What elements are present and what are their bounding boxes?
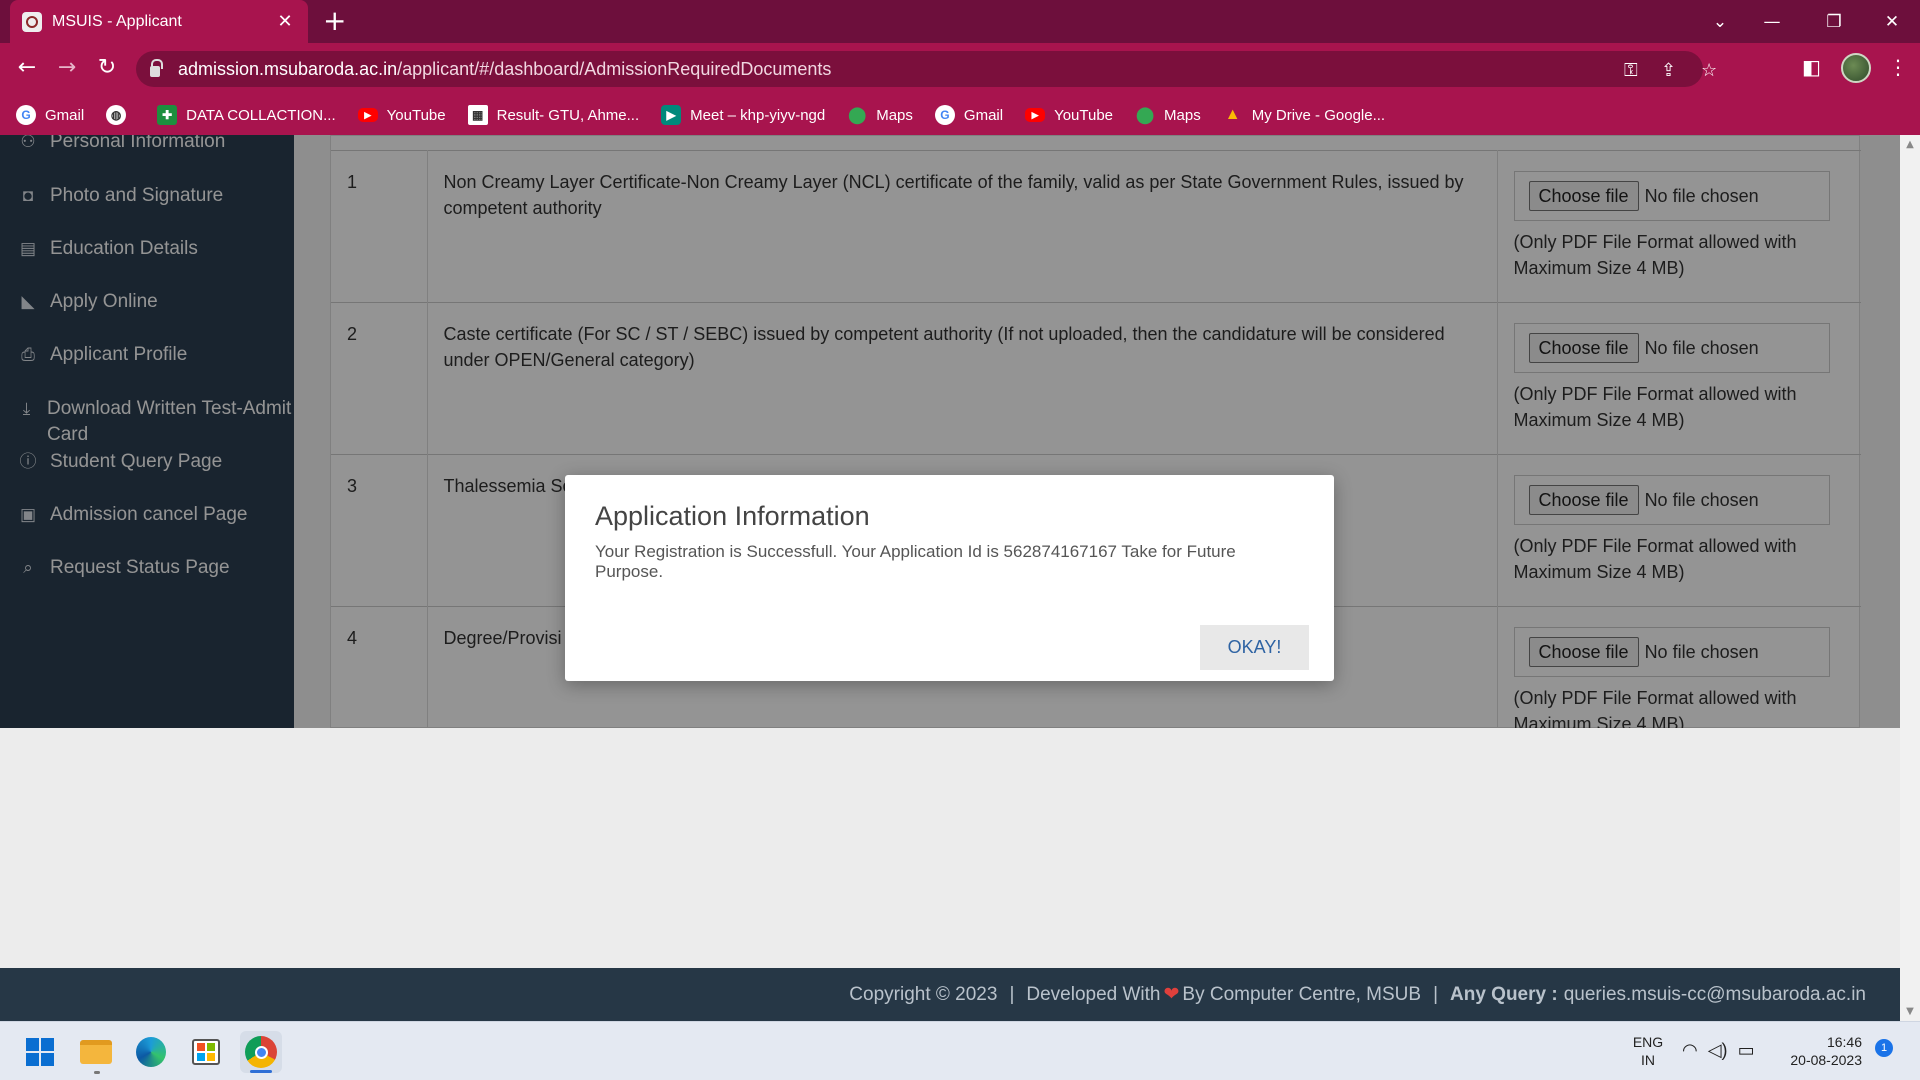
developer-text: By Computer Centre, MSUB — [1182, 983, 1422, 1005]
edge-icon — [136, 1037, 166, 1067]
meet-icon: ▶ — [661, 105, 682, 125]
maps-icon: ⬤ — [1136, 107, 1154, 124]
bookmark-maps[interactable]: ⬤ Maps — [847, 105, 913, 125]
clock-time: 16:46 — [1826, 1033, 1862, 1050]
store-icon — [192, 1039, 220, 1065]
application-info-modal: Application Information Your Registratio… — [565, 475, 1334, 681]
site-favicon-icon — [22, 11, 42, 32]
bookmark-star-icon[interactable]: ☆ — [1701, 60, 1717, 81]
side-panel-icon[interactable]: ◧ — [1802, 55, 1821, 79]
bookmark-my-drive[interactable]: ▲ My Drive - Google... — [1223, 105, 1385, 125]
web-icon: ◍ — [106, 105, 127, 125]
youtube-icon: ▶ — [1025, 108, 1046, 122]
bookmark-gmail[interactable]: G Gmail — [16, 105, 84, 125]
window-close-icon[interactable]: ✕ — [1866, 0, 1918, 43]
tab-strip: MSUIS - Applicant ✕ + ⌄ — ❐ ✕ — [0, 0, 1920, 43]
file-explorer-button[interactable] — [75, 1031, 117, 1073]
language-code: ENG — [1632, 1033, 1664, 1050]
okay-button[interactable]: OKAY! — [1200, 625, 1309, 670]
restore-icon[interactable]: ❐ — [1808, 0, 1860, 43]
tab-title: MSUIS - Applicant — [52, 12, 182, 30]
url-text[interactable]: admission.msubaroda.ac.in/applicant/#/da… — [178, 59, 831, 80]
bookmark-youtube[interactable]: ▶ YouTube — [357, 107, 446, 124]
bookmark-youtube-2[interactable]: ▶ YouTube — [1025, 107, 1113, 124]
key-icon[interactable]: ⚿ — [1624, 60, 1638, 81]
drive-icon: ▲ — [1224, 106, 1241, 123]
bookmark-meet[interactable]: ▶ Meet – khp-yiyv-ngd — [661, 105, 825, 125]
back-arrow-icon[interactable]: ← — [12, 55, 42, 81]
bookmark-result-gtu[interactable]: ▦ Result- GTU, Ahme... — [467, 105, 639, 125]
page-viewport: ⚇ Personal Information ◘ Photo and Signatu… — [0, 135, 1900, 1021]
copyright-text: Copyright © 2023 — [849, 983, 998, 1005]
maps-icon: ⬤ — [848, 107, 867, 124]
folder-icon — [80, 1040, 112, 1064]
sheets-icon: ✚ — [157, 105, 178, 125]
battery-icon[interactable]: ▭ — [1738, 1040, 1755, 1061]
youtube-icon: ▶ — [357, 108, 378, 122]
footer-separator: | — [1009, 983, 1015, 1005]
query-email-link[interactable]: queries.msuis-cc@msubaroda.ac.in — [1564, 984, 1866, 1006]
footer-separator: | — [1433, 983, 1438, 1005]
active-app-indicator — [250, 1070, 272, 1073]
bookmark-web[interactable]: ◍ — [106, 105, 135, 125]
new-tab-icon[interactable]: + — [323, 6, 346, 36]
edge-button[interactable] — [130, 1031, 172, 1073]
gmail-icon: G — [16, 105, 36, 125]
windows-logo-icon — [26, 1038, 54, 1066]
chrome-button[interactable] — [240, 1031, 282, 1073]
running-indicator — [94, 1071, 100, 1074]
heart-icon: ❤ — [1163, 984, 1180, 1005]
gmail-icon: G — [934, 105, 955, 125]
scroll-down-icon[interactable]: ▼ — [1900, 1006, 1920, 1017]
lock-icon — [150, 58, 163, 77]
browser-tab[interactable]: MSUIS - Applicant ✕ — [10, 0, 308, 43]
reload-icon[interactable]: ↻ — [92, 55, 122, 81]
modal-message: Your Registration is Successfull. Your A… — [595, 542, 1236, 581]
bookmarks-bar: G Gmail ◍ ✚ DATA COLLACTION... ▶ YouTube ▦ R… — [0, 95, 1920, 135]
address-bar[interactable]: admission.msubaroda.ac.in/applicant/#/da… — [136, 51, 1717, 87]
share-icon[interactable]: ⇪ — [1661, 60, 1676, 81]
forward-arrow-icon[interactable]: → — [52, 55, 82, 81]
system-tray: ◠ ◁) ▭ — [1682, 1021, 1755, 1080]
scroll-up-icon[interactable]: ▲ — [1900, 139, 1920, 150]
clock[interactable]: 16:46 20-08-2023 — [1778, 1021, 1862, 1080]
tab-close-icon[interactable]: ✕ — [274, 11, 296, 32]
developed-text: Developed With — [1026, 983, 1161, 1005]
bookmark-data-collection[interactable]: ✚ DATA COLLACTION... — [157, 105, 336, 125]
clock-date: 20-08-2023 — [1790, 1051, 1862, 1068]
language-indicator[interactable]: ENG IN — [1632, 1021, 1664, 1080]
wifi-icon[interactable]: ◠ — [1682, 1040, 1698, 1061]
bookmark-maps-2[interactable]: ⬤ Maps — [1135, 105, 1201, 125]
bookmark-gmail-2[interactable]: G Gmail — [934, 105, 1003, 125]
notification-badge[interactable]: 1 — [1875, 1039, 1893, 1057]
start-button[interactable] — [19, 1031, 61, 1073]
volume-icon[interactable]: ◁) — [1708, 1040, 1728, 1061]
query-label: Any Query : — [1450, 983, 1558, 1005]
region-code: IN — [1641, 1051, 1655, 1068]
tab-search-chevron-icon[interactable]: ⌄ — [1694, 0, 1746, 43]
menu-kebab-icon[interactable]: ⋮ — [1888, 55, 1908, 79]
minimize-icon[interactable]: — — [1746, 0, 1798, 43]
profile-avatar[interactable] — [1841, 53, 1871, 83]
chrome-icon — [245, 1036, 277, 1068]
page-scrollbar[interactable]: ▲ ▼ — [1900, 135, 1920, 1021]
result-icon: ▦ — [467, 105, 488, 125]
modal-title: Application Information — [595, 501, 870, 531]
page-footer: Copyright © 2023 | Developed With ❤ By C… — [0, 968, 1900, 1021]
browser-toolbar: ← → ↻ admission.msubaroda.ac.in/applican… — [0, 43, 1920, 95]
store-button[interactable] — [185, 1031, 227, 1073]
